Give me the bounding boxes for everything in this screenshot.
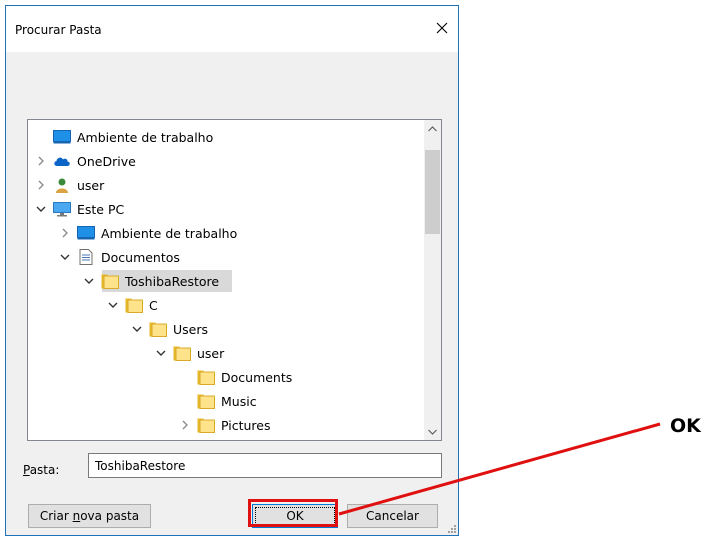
callout-arrow (338, 422, 661, 516)
callout-label: OK (670, 415, 701, 437)
